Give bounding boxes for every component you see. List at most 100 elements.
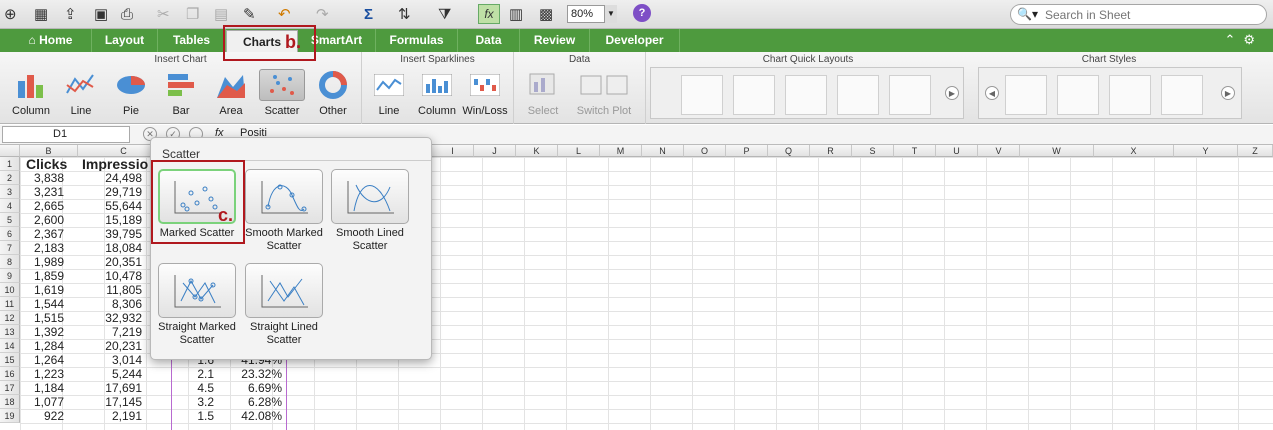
cell[interactable]: 10,478: [78, 269, 146, 283]
select-data-button[interactable]: Select: [520, 69, 566, 119]
column-chart-button[interactable]: Column: [8, 69, 54, 119]
cut-icon[interactable]: ✂: [157, 4, 170, 24]
select-all-corner[interactable]: [0, 145, 20, 157]
column-header-z[interactable]: Z: [1238, 145, 1273, 157]
cell[interactable]: Clicks: [20, 157, 80, 171]
column-header-p[interactable]: P: [726, 145, 768, 157]
line-chart-button[interactable]: Line: [58, 69, 104, 119]
row-header[interactable]: 8: [0, 255, 20, 269]
row-header[interactable]: 16: [0, 367, 20, 381]
copy-icon[interactable]: ❐: [186, 4, 199, 24]
formula-builder-icon[interactable]: fx: [478, 4, 500, 24]
sparkline-line-button[interactable]: Line: [366, 69, 412, 119]
style-thumbnail[interactable]: [1005, 75, 1047, 115]
column-header-o[interactable]: O: [684, 145, 726, 157]
format-painter-icon[interactable]: ✎: [243, 4, 256, 24]
cell[interactable]: 20,231: [78, 339, 146, 353]
column-header-k[interactable]: K: [516, 145, 558, 157]
style-thumbnail[interactable]: [1057, 75, 1099, 115]
cell[interactable]: 1,515: [20, 311, 68, 325]
tab-review[interactable]: Review: [520, 29, 590, 52]
tab-formulas[interactable]: Formulas: [376, 29, 458, 52]
redo-icon[interactable]: ↷: [316, 4, 329, 24]
other-chart-button[interactable]: Other: [310, 69, 356, 119]
name-box[interactable]: D1: [2, 126, 130, 143]
cell[interactable]: 3,231: [20, 185, 68, 199]
smooth-marked-scatter-option[interactable]: Smooth Marked Scatter: [241, 169, 327, 253]
style-thumbnail[interactable]: [1161, 75, 1203, 115]
column-header-u[interactable]: U: [936, 145, 978, 157]
tab-developer[interactable]: Developer: [590, 29, 680, 52]
row-header[interactable]: 13: [0, 325, 20, 339]
row-header[interactable]: 15: [0, 353, 20, 367]
column-header-l[interactable]: L: [558, 145, 600, 157]
search-input[interactable]: [1045, 7, 1260, 23]
cell[interactable]: 2,600: [20, 213, 68, 227]
column-header-i[interactable]: I: [432, 145, 474, 157]
column-header-r[interactable]: R: [810, 145, 852, 157]
column-header-m[interactable]: M: [600, 145, 642, 157]
cell[interactable]: 7,219: [78, 325, 146, 339]
cell[interactable]: 1,077: [20, 395, 68, 409]
sparkline-winloss-button[interactable]: Win/Loss: [462, 69, 508, 119]
scatter-chart-button[interactable]: Scatter: [259, 69, 305, 119]
print-icon[interactable]: ⎙: [121, 4, 133, 24]
cell[interactable]: 11,805: [78, 283, 146, 297]
row-header[interactable]: 6: [0, 227, 20, 241]
cell[interactable]: 29,719: [78, 185, 146, 199]
cell[interactable]: 1,392: [20, 325, 68, 339]
help-icon[interactable]: ?: [633, 4, 651, 22]
smooth-lined-scatter-option[interactable]: Smooth Lined Scatter: [327, 169, 413, 253]
layout-thumbnail[interactable]: [889, 75, 931, 115]
sort-icon[interactable]: ⇅: [398, 4, 411, 24]
cell[interactable]: 1,184: [20, 381, 68, 395]
next-arrow-icon[interactable]: ▶: [1221, 86, 1235, 100]
next-arrow-icon[interactable]: ▶: [945, 86, 959, 100]
templates-icon[interactable]: ▦: [34, 4, 48, 24]
row-header[interactable]: 14: [0, 339, 20, 353]
undo-icon[interactable]: ↶: [278, 4, 291, 24]
area-chart-button[interactable]: Area: [208, 69, 254, 119]
row-header[interactable]: 19: [0, 409, 20, 423]
straight-marked-scatter-option[interactable]: Straight Marked Scatter: [154, 263, 240, 347]
zoom-dropdown-icon[interactable]: ▼: [604, 5, 617, 23]
column-header-b[interactable]: B: [20, 145, 78, 157]
column-header-y[interactable]: Y: [1174, 145, 1238, 157]
column-header-v[interactable]: V: [978, 145, 1020, 157]
layout-thumbnail[interactable]: [733, 75, 775, 115]
cell[interactable]: 1,284: [20, 339, 68, 353]
pie-chart-button[interactable]: Pie: [108, 69, 154, 119]
row-header[interactable]: 5: [0, 213, 20, 227]
column-header-w[interactable]: W: [1020, 145, 1094, 157]
row-header[interactable]: 12: [0, 311, 20, 325]
sparkline-column-button[interactable]: Column: [414, 69, 460, 119]
row-header[interactable]: 4: [0, 199, 20, 213]
open-icon[interactable]: ⇪: [64, 4, 77, 24]
column-header-x[interactable]: X: [1094, 145, 1174, 157]
search-box[interactable]: 🔍▾: [1010, 4, 1267, 25]
tab-home[interactable]: ⌂ Home: [10, 29, 92, 52]
cell[interactable]: 32,932: [78, 311, 146, 325]
straight-lined-scatter-option[interactable]: Straight Lined Scatter: [241, 263, 327, 347]
cell[interactable]: 2,665: [20, 199, 68, 213]
cell[interactable]: 1,223: [20, 367, 68, 381]
tab-data[interactable]: Data: [458, 29, 520, 52]
cell[interactable]: 1,544: [20, 297, 68, 311]
column-header-s[interactable]: S: [852, 145, 894, 157]
row-header[interactable]: 3: [0, 185, 20, 199]
previous-arrow-icon[interactable]: ◀: [985, 86, 999, 100]
row-header[interactable]: 18: [0, 395, 20, 409]
style-thumbnail[interactable]: [1109, 75, 1151, 115]
tab-tables[interactable]: Tables: [158, 29, 226, 52]
quick-layouts-gallery[interactable]: ▶: [650, 67, 964, 119]
chart-styles-gallery[interactable]: ◀ ▶: [978, 67, 1242, 119]
layout-thumbnail[interactable]: [785, 75, 827, 115]
cell[interactable]: 922: [20, 409, 68, 423]
cell[interactable]: 1,989: [20, 255, 68, 269]
cell[interactable]: 2,191: [78, 409, 146, 423]
filter-icon[interactable]: ⧩: [438, 4, 451, 24]
cell[interactable]: 3,014: [78, 353, 146, 367]
row-header[interactable]: 10: [0, 283, 20, 297]
gallery-icon[interactable]: ▥: [509, 4, 523, 24]
toolbox-icon[interactable]: ▩: [539, 4, 553, 24]
